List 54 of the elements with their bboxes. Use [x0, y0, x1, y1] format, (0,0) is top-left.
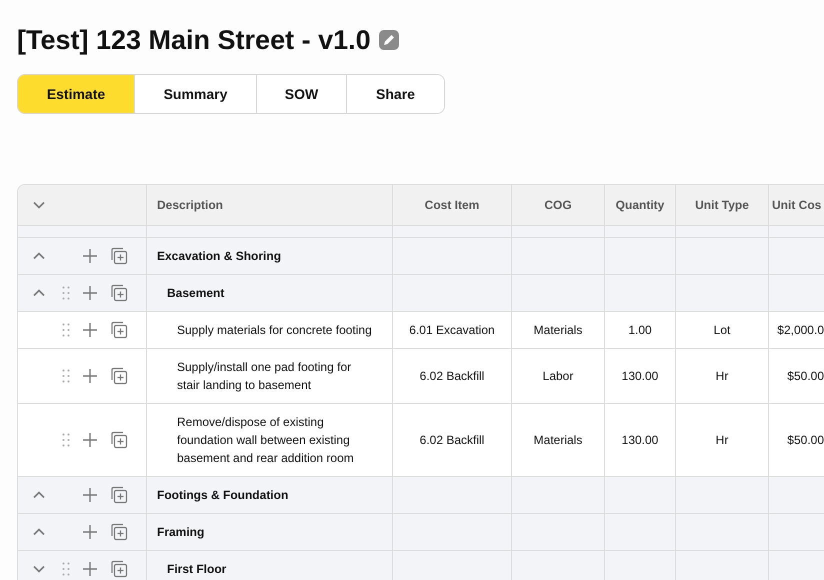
- add-icon[interactable]: [82, 487, 98, 503]
- page-title: [Test] 123 Main Street - v1.0: [17, 24, 371, 57]
- drag-handle-icon[interactable]: [62, 433, 70, 447]
- table-cell-text: Hr: [716, 432, 728, 449]
- column-header: COG: [544, 197, 572, 214]
- table-cell-text: Labor: [542, 368, 574, 385]
- duplicate-icon[interactable]: [110, 431, 128, 449]
- table-cell-text: Materials: [534, 432, 582, 449]
- line-item-description: Remove/dispose of existing foundation wall between existing basement and rear addition room: [177, 414, 355, 467]
- edit-icon[interactable]: [378, 30, 399, 50]
- duplicate-icon[interactable]: [110, 321, 128, 339]
- add-icon[interactable]: [82, 368, 98, 384]
- duplicate-icon[interactable]: [110, 560, 128, 578]
- duplicate-icon[interactable]: [110, 523, 128, 541]
- table-cell-text: 6.02 Backfill: [420, 368, 484, 385]
- table-cell-text: Hr: [716, 368, 728, 385]
- table-cell-text: 6.01 Excavation: [409, 322, 495, 339]
- table-cell-text: 6.02 Backfill: [420, 432, 484, 449]
- table-cell-text: Lot: [714, 322, 730, 339]
- column-header: Unit Cos: [772, 197, 822, 214]
- table-cell-text: $2,000.0: [777, 322, 824, 339]
- group-name: First Floor: [167, 561, 226, 578]
- column-header: Cost Item: [424, 197, 480, 214]
- add-icon[interactable]: [82, 285, 98, 301]
- add-icon[interactable]: [82, 322, 98, 338]
- duplicate-icon[interactable]: [110, 486, 128, 504]
- add-icon[interactable]: [82, 432, 98, 448]
- duplicate-icon[interactable]: [110, 367, 128, 385]
- drag-handle-icon[interactable]: [62, 369, 70, 383]
- add-icon[interactable]: [82, 248, 98, 264]
- line-item-description: Supply materials for concrete footing: [177, 322, 372, 339]
- add-icon[interactable]: [82, 561, 98, 577]
- table-cell-text: $50.00: [787, 432, 824, 449]
- column-header: Quantity: [616, 197, 664, 214]
- duplicate-icon[interactable]: [110, 284, 128, 302]
- column-header: Unit Type: [695, 197, 749, 214]
- column-header: Description: [157, 197, 224, 214]
- duplicate-icon[interactable]: [110, 247, 128, 265]
- add-icon[interactable]: [82, 524, 98, 540]
- table-cell-text: 130.00: [622, 368, 658, 385]
- drag-handle-icon[interactable]: [62, 323, 70, 337]
- group-name: Framing: [157, 524, 204, 541]
- line-item-description: Supply/install one pad footing for stair landing to basement: [177, 359, 352, 394]
- tab[interactable]: Estimate: [18, 75, 134, 113]
- drag-handle-icon[interactable]: [62, 286, 70, 300]
- group-name: Footings & Foundation: [157, 487, 288, 504]
- table-cell-text: $50.00: [787, 368, 824, 385]
- group-name: Excavation & Shoring: [157, 248, 282, 265]
- table-cell-text: 130.00: [622, 432, 658, 449]
- tab[interactable]: Share: [346, 75, 444, 113]
- table-cell-text: 1.00: [628, 322, 652, 339]
- table-cell-text: Materials: [534, 322, 582, 339]
- drag-handle-icon[interactable]: [62, 562, 70, 576]
- group-name: Basement: [167, 285, 224, 302]
